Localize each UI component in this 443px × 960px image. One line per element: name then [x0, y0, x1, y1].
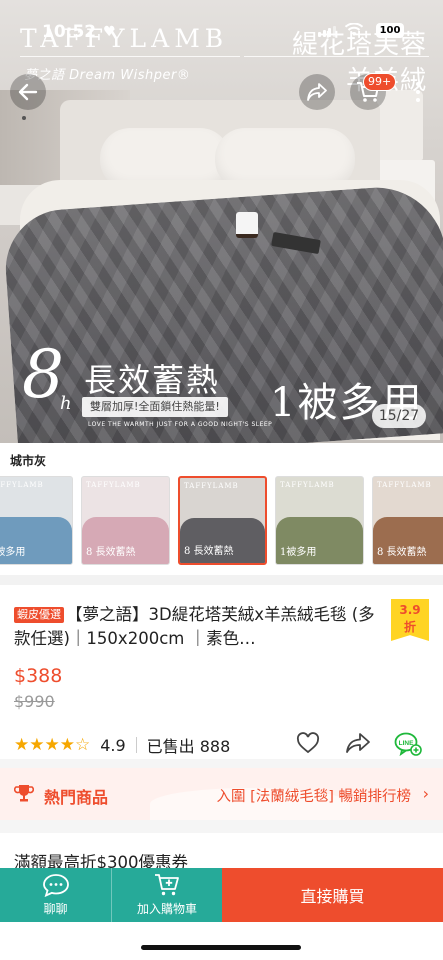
chevron-right-icon: › [422, 784, 429, 803]
more-menu-button[interactable] [400, 74, 436, 110]
buy-now-button[interactable]: 直接購買 [222, 868, 443, 922]
hero-english-caption: LOVE THE WARMTH JUST FOR A GOOD NIGHT'S … [88, 421, 273, 428]
variant-thumbnail[interactable]: TAFFYLAMB 1被多用 [0, 476, 73, 565]
discount-tag: 3.9 折 [391, 599, 429, 641]
share-button[interactable] [299, 74, 335, 110]
hot-products-title: 熱門商品 [44, 788, 109, 807]
svg-text:LINE: LINE [399, 740, 414, 747]
status-heart-icon: ♥ [103, 24, 116, 40]
section-divider [0, 820, 443, 833]
heart-icon[interactable] [296, 732, 320, 754]
bottom-action-bar: 聊聊 加入購物車 直接購買 [0, 868, 443, 922]
variant-thumbnail[interactable]: TAFFYLAMB 8 長效蓄熱 [372, 476, 443, 565]
share-icon [307, 83, 327, 101]
hot-products-banner[interactable]: 熱門商品 入圍 [法蘭絨毛毯] 暢銷排行榜 › [0, 768, 443, 820]
hero-headline: 長效蓄熱 [84, 361, 221, 399]
hero-big-number: 8 [22, 336, 64, 413]
rating-separator [135, 737, 137, 753]
chat-icon [42, 874, 69, 897]
wifi-icon [345, 23, 363, 36]
variant-thumbnail-selected[interactable]: TAFFYLAMB 8 長效蓄熱 [178, 476, 267, 565]
section-divider [0, 575, 443, 585]
home-indicator [141, 945, 301, 950]
status-time: 10:52 [42, 22, 97, 42]
sold-count: 已售出 888 [146, 737, 231, 756]
line-icon[interactable]: LINE [394, 731, 422, 757]
product-title-text: 【夢之語】3D緹花塔芙絨x羊羔絨毛毯 (多款任選)｜150x200cm ｜素色… [14, 605, 375, 648]
selected-variant-label: 城市灰 [10, 454, 47, 468]
brand-subtitle: 夢之語 Dream Wishper® [24, 68, 191, 83]
battery-icon: 100 [376, 23, 404, 38]
variant-thumbnail[interactable]: TAFFYLAMB 8 長效蓄熱 [81, 476, 170, 565]
chat-label: 聊聊 [43, 902, 68, 916]
variant-thumbnail-list: TAFFYLAMB 1被多用 TAFFYLAMB 8 長效蓄熱 TAFFYLAM… [0, 476, 443, 565]
rating-value: 4.9 [100, 735, 126, 755]
discount-value: 3.9 折 [399, 603, 421, 634]
share-icon[interactable] [345, 732, 371, 754]
variant-thumbnail[interactable]: TAFFYLAMB 1被多用 [275, 476, 364, 565]
back-button[interactable] [10, 74, 46, 110]
ranking-link[interactable]: 入圍 [法蘭絨毛毯] 暢銷排行榜 [216, 785, 411, 806]
rating-stars: ★★★★☆ [14, 735, 91, 755]
trophy-icon [14, 785, 34, 802]
current-price: $388 [14, 665, 63, 687]
product-title: 蝦皮優選 【夢之語】3D緹花塔芙絨x羊羔絨毛毯 (多款任選)｜150x200cm … [14, 603, 384, 651]
preferred-badge: 蝦皮優選 [14, 607, 64, 623]
menu-dots-icon [416, 82, 420, 102]
product-image-carousel[interactable]: TAFFYLAMB 夢之語 Dream Wishper® 緹花塔芙蓉 羊羔絨 8… [0, 0, 443, 443]
image-counter: 15/27 [372, 404, 426, 428]
section-divider [0, 759, 443, 768]
signal-icon [318, 26, 336, 37]
hero-bg-cup [236, 212, 258, 238]
add-cart-icon [155, 874, 179, 896]
add-to-cart-button[interactable]: 加入購物車 [111, 868, 222, 922]
add-to-cart-label: 加入購物車 [136, 902, 197, 916]
rating-row[interactable]: ★★★★☆ 4.9 已售出 888 [14, 733, 230, 757]
back-arrow-icon [18, 83, 38, 101]
original-price: $990 [14, 692, 55, 711]
hero-pill-text: 雙層加厚!全面鎖住熱能量! [82, 397, 228, 417]
hero-big-unit: h [60, 393, 72, 414]
cart-count-badge: 99+ [363, 73, 397, 91]
chat-button[interactable]: 聊聊 [0, 868, 111, 922]
brand-divider [20, 56, 240, 57]
carousel-dot [22, 116, 26, 120]
